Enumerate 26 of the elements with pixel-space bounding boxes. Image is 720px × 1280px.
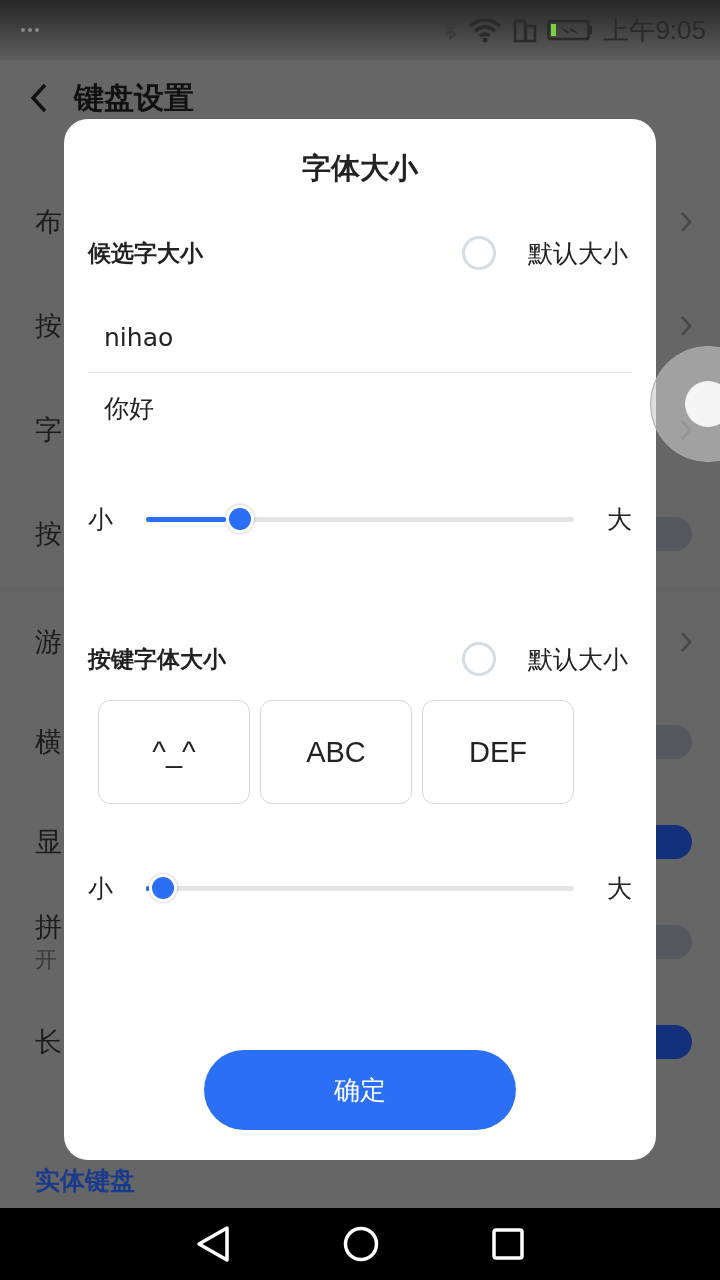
setting-label: 按 xyxy=(35,517,62,551)
dialog-title: 字体大小 xyxy=(302,150,418,187)
max-label: 大 xyxy=(606,872,632,905)
setting-label: 游 xyxy=(35,625,62,659)
setting-label: 长 xyxy=(35,1025,62,1059)
setting-label: 横 xyxy=(35,725,62,759)
min-label: 小 xyxy=(88,872,114,905)
setting-label: 字 xyxy=(35,413,62,447)
radio-label: 默认大小 xyxy=(528,237,628,270)
candidate-preview: 你好 xyxy=(104,392,154,425)
option-label: 候选字大小 xyxy=(88,238,204,268)
setting-label: 布 xyxy=(35,205,62,239)
section-header: 实体键盘 xyxy=(35,1166,135,1195)
key-preview: ^_^ xyxy=(98,700,250,804)
confirm-button[interactable]: 确定 xyxy=(204,1050,516,1130)
option-label: 按键字体大小 xyxy=(88,644,227,674)
key-preview: ABC xyxy=(260,700,412,804)
min-label: 小 xyxy=(88,503,114,536)
key-preview: DEF xyxy=(422,700,574,804)
page-title: 键盘设置 xyxy=(74,78,194,117)
setting-label: 按 xyxy=(35,309,62,343)
candidate-preview: nihao xyxy=(104,322,174,352)
setting-label: 拼 xyxy=(35,910,62,944)
setting-label: 显 xyxy=(35,825,62,859)
radio-label: 默认大小 xyxy=(528,643,628,676)
max-label: 大 xyxy=(606,503,632,536)
